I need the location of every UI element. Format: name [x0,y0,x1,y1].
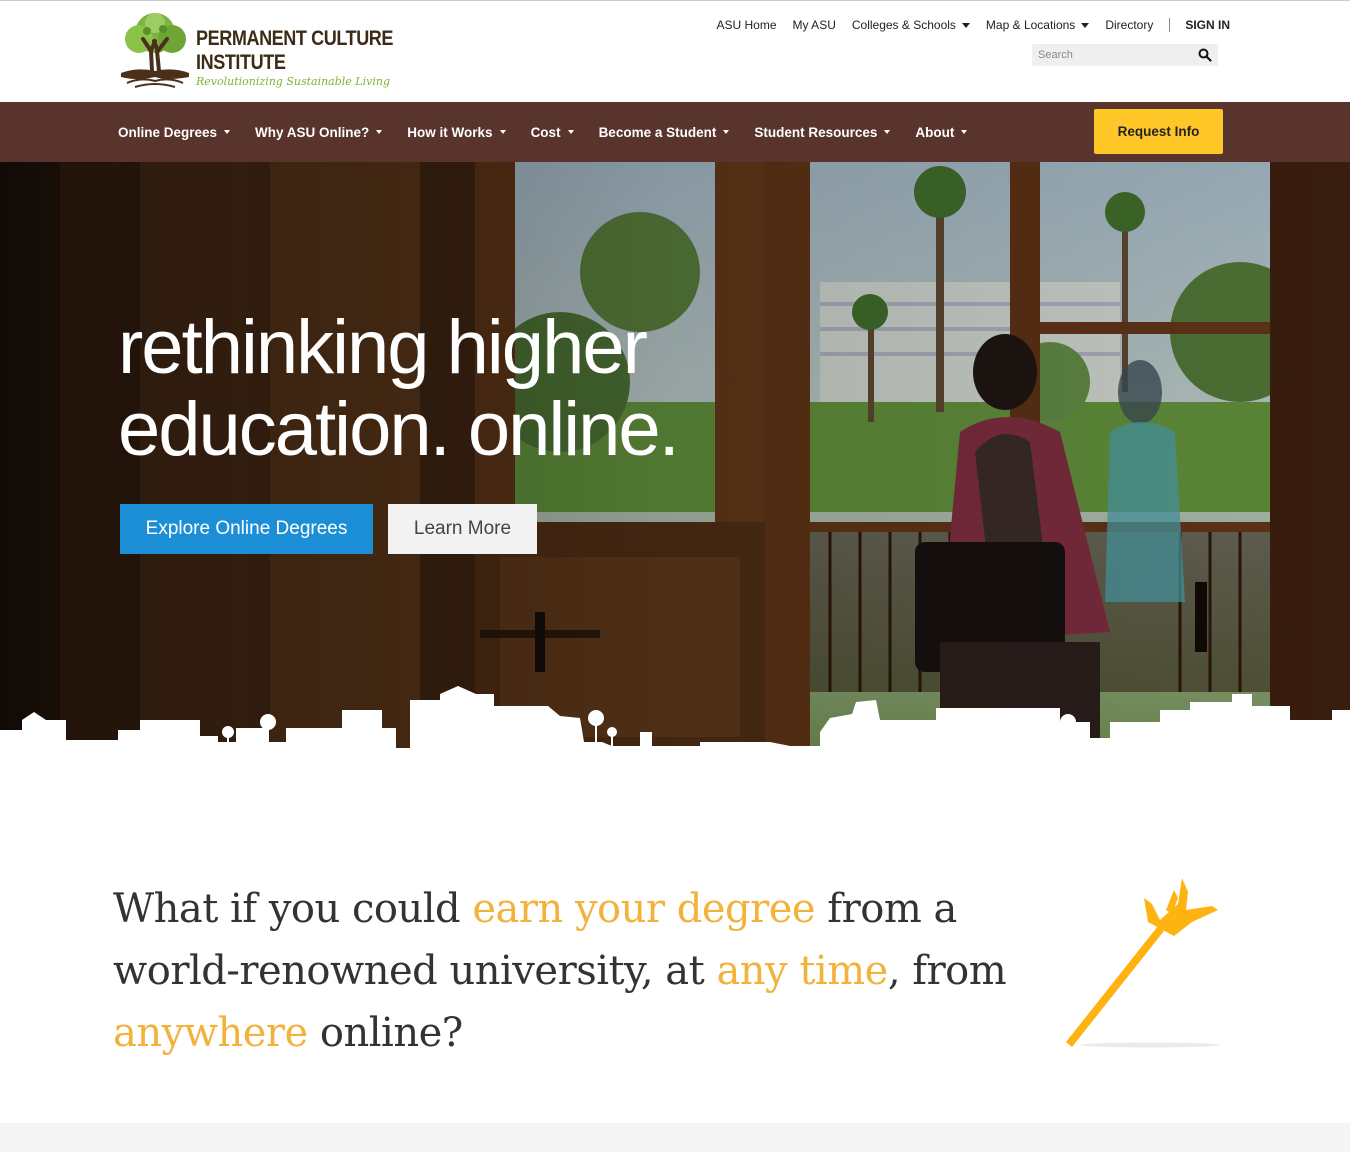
util-divider [1169,18,1171,32]
intro-question: What if you could earn your degree from … [113,878,1053,1064]
nav-item-label: Online Degrees [118,124,218,140]
caret-down-icon [567,130,574,134]
nav-item-student-resources[interactable]: Student Resources [754,124,891,140]
caret-down-icon [224,130,231,134]
nav-item-label: Cost [530,124,561,140]
util-link-directory[interactable]: Directory [1105,18,1153,32]
nav-item-label: About [915,124,955,140]
hero-headline: rethinking higher education. online. [118,305,680,472]
nav-item-online-degrees[interactable]: Online Degrees [118,124,231,140]
search-box [1032,44,1218,66]
utility-nav: ASU Home My ASU Colleges & Schools Map &… [700,18,1230,32]
caret-down-icon [723,130,730,134]
caret-down-icon [376,130,383,134]
hero-headline-line2: education. online. [118,387,680,472]
nav-item-label: Student Resources [754,124,878,140]
learn-more-button[interactable]: Learn More [388,504,537,554]
logo-title: PERMANENT CULTURE INSTITUTE [196,27,393,75]
util-link-label: Map & Locations [985,18,1076,32]
hero-headline-line1: rethinking higher [118,305,648,390]
intro-text: online? [307,1010,463,1056]
sign-in-link[interactable]: SIGN IN [1185,18,1230,32]
request-info-button[interactable]: Request Info [1094,109,1223,154]
bottom-section-band [0,1123,1350,1152]
caret-down-icon [499,130,506,134]
util-link-label: ASU Home [716,18,777,32]
logo-tagline: Revolutionizing Sustainable Living [196,75,390,88]
nav-item-cost[interactable]: Cost [531,125,574,140]
intro-highlight: anywhere [113,1010,308,1056]
caret-down-icon [1081,22,1090,28]
util-link-label: Colleges & Schools [851,18,956,32]
logo-title-line1: PERMANENT CULTURE [196,27,394,50]
hero-section: rethinking higher education. online. Exp… [0,162,1350,754]
intro-text: , from [887,948,1007,994]
caret-down-icon [884,130,891,134]
nav-item-why-asu-online[interactable]: Why ASU Online? [255,124,383,140]
caret-down-icon [961,130,968,134]
pitchfork-icon [1066,878,1220,1048]
util-link-colleges-schools[interactable]: Colleges & Schools [852,18,970,32]
intro-highlight: earn your degree [472,886,816,932]
tree-logo-icon [121,13,189,88]
main-nav: Online Degrees Why ASU Online? How it Wo… [0,102,1350,162]
search-icon[interactable] [1198,48,1212,62]
util-link-asu-home[interactable]: ASU Home [716,18,776,32]
nav-item-label: Why ASU Online? [255,124,370,140]
util-link-label: Directory [1105,18,1154,32]
caret-down-icon [961,22,970,28]
search-input[interactable] [1032,44,1192,66]
intro-highlight: any time [716,948,888,994]
nav-item-label: Become a Student [598,124,717,140]
nav-item-how-it-works[interactable]: How it Works [407,124,506,140]
top-header: PERMANENT CULTURE INSTITUTE Revolutioniz… [0,0,1350,102]
explore-online-degrees-button[interactable]: Explore Online Degrees [120,504,373,554]
util-link-label: My ASU [792,18,836,32]
site-logo[interactable]: PERMANENT CULTURE INSTITUTE Revolutioniz… [117,11,393,95]
intro-text: What if you could [113,886,473,932]
nav-item-about[interactable]: About [915,124,968,140]
logo-title-line2: INSTITUTE [196,51,286,74]
util-link-map-locations[interactable]: Map & Locations [985,18,1090,32]
util-link-my-asu[interactable]: My ASU [793,18,836,32]
nav-item-become-a-student[interactable]: Become a Student [599,125,730,140]
nav-item-label: How it Works [407,124,493,140]
